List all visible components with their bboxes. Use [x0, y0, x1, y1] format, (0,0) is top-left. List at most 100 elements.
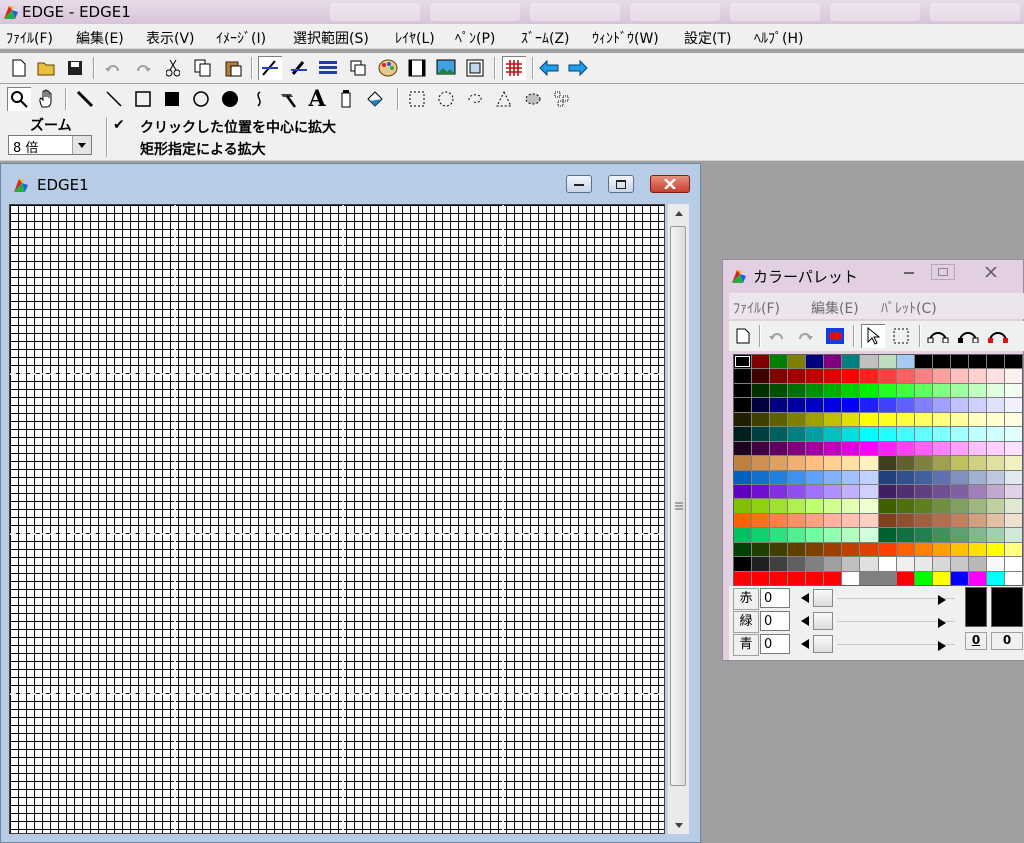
zoom-select[interactable]: 8 倍 — [8, 135, 92, 156]
palette-swatch[interactable] — [806, 528, 824, 542]
palette-swatch[interactable] — [878, 470, 896, 484]
palette-swatch[interactable] — [824, 456, 842, 470]
green-increment-icon[interactable] — [938, 616, 946, 632]
palette-swatch[interactable] — [878, 456, 896, 470]
palette-swatch[interactable] — [878, 484, 896, 499]
palette-swatch[interactable] — [842, 398, 860, 412]
palette-swatch[interactable] — [770, 499, 788, 513]
palette-swatch[interactable] — [770, 369, 788, 383]
palette-swatch[interactable] — [770, 427, 788, 441]
menu-pen[interactable]: ﾍﾟﾝ(P) — [455, 28, 495, 48]
palette-swatch[interactable] — [788, 441, 806, 456]
palette-swatch[interactable] — [968, 398, 986, 412]
palette-swatch[interactable] — [986, 542, 1004, 557]
palette-swatch[interactable] — [896, 513, 914, 528]
palette-swatch[interactable] — [932, 441, 950, 456]
palette-swatch[interactable] — [914, 571, 932, 585]
swap-colors-icon[interactable] — [823, 324, 847, 348]
palette-swatch[interactable] — [788, 398, 806, 412]
palette-swatch[interactable] — [752, 456, 770, 470]
palette-swatch[interactable] — [788, 369, 806, 383]
text-icon[interactable]: A — [305, 86, 329, 112]
palette-swatch[interactable] — [914, 383, 932, 398]
palette-swatch[interactable] — [824, 383, 842, 398]
palette-swatch[interactable] — [878, 557, 896, 571]
palette-swatch[interactable] — [1004, 470, 1022, 484]
red-slider[interactable] — [801, 588, 959, 608]
palette-swatch[interactable] — [986, 513, 1004, 528]
palette-swatch[interactable] — [860, 470, 878, 484]
palette-swatch[interactable] — [968, 484, 986, 499]
palette-swatch[interactable] — [986, 412, 1004, 427]
palette-swatch[interactable] — [752, 484, 770, 499]
palette-swatch[interactable] — [788, 528, 806, 542]
foreground-color-swatch[interactable] — [965, 587, 987, 627]
palette-swatch[interactable] — [860, 369, 878, 383]
palette-swatch[interactable] — [950, 571, 968, 585]
palette-swatch[interactable] — [932, 383, 950, 398]
palette-swatch[interactable] — [986, 499, 1004, 513]
palette-swatch[interactable] — [1004, 513, 1022, 528]
palette-swatch[interactable] — [932, 499, 950, 513]
palette-swatch[interactable] — [860, 484, 878, 499]
filled-rect-icon[interactable] — [160, 87, 184, 111]
palette-swatch[interactable] — [896, 557, 914, 571]
palette-swatch[interactable] — [752, 355, 770, 369]
palette-swatch[interactable] — [770, 441, 788, 456]
new-icon[interactable] — [7, 56, 31, 80]
palette-swatch[interactable] — [788, 383, 806, 398]
palette-swatch[interactable] — [788, 542, 806, 557]
palette-swatch[interactable] — [968, 557, 986, 571]
palette-swatch[interactable] — [968, 499, 986, 513]
palette-icon[interactable] — [376, 56, 400, 80]
palette-swatch[interactable] — [968, 412, 986, 427]
palette-swatch[interactable] — [824, 542, 842, 557]
palette-swatch[interactable] — [860, 427, 878, 441]
scroll-up-arrow-icon[interactable] — [668, 204, 689, 222]
palette-swatch[interactable] — [824, 398, 842, 412]
rect-zoom-checkbox[interactable] — [113, 139, 129, 155]
frame-icon[interactable] — [463, 56, 487, 80]
palette-swatch[interactable] — [788, 412, 806, 427]
eraser-icon[interactable] — [334, 87, 358, 111]
palette-swatch[interactable] — [824, 557, 842, 571]
palette-swatch[interactable] — [932, 398, 950, 412]
palette-swatch[interactable] — [932, 355, 950, 369]
menu-help[interactable]: ﾍﾙﾌﾟ(H) — [754, 28, 803, 48]
palette-swatch[interactable] — [1004, 456, 1022, 470]
palette-swatch[interactable] — [968, 456, 986, 470]
palette-swatch[interactable] — [986, 441, 1004, 456]
palette-swatch[interactable] — [806, 369, 824, 383]
palette-swatch[interactable] — [734, 398, 752, 412]
palette-swatch[interactable] — [950, 398, 968, 412]
rect-icon[interactable] — [131, 87, 155, 111]
palette-swatch[interactable] — [752, 383, 770, 398]
palette-swatch[interactable] — [806, 456, 824, 470]
palette-swatch[interactable] — [860, 571, 878, 585]
pen-icon[interactable] — [258, 56, 282, 80]
palette-swatch[interactable] — [986, 484, 1004, 499]
filled-ellipse-icon[interactable] — [218, 87, 242, 111]
palette-swatch[interactable] — [824, 571, 842, 585]
palette-color-grid[interactable] — [733, 354, 1023, 586]
palette-maximize-button[interactable] — [931, 264, 955, 280]
palette-swatch[interactable] — [878, 412, 896, 427]
maximize-button[interactable] — [608, 175, 634, 193]
palette-swatch[interactable] — [896, 571, 914, 585]
red-slider-thumb[interactable] — [813, 589, 833, 607]
palette-swatch[interactable] — [932, 470, 950, 484]
palette-swatch[interactable] — [896, 412, 914, 427]
palette-swatch[interactable] — [734, 557, 752, 571]
save-icon[interactable] — [63, 56, 87, 80]
hand-icon[interactable] — [35, 87, 59, 111]
palette-swatch[interactable] — [932, 513, 950, 528]
hammer-icon[interactable] — [276, 87, 300, 111]
palette-swatch[interactable] — [1004, 369, 1022, 383]
palette-swatch[interactable] — [986, 355, 1004, 369]
palette-swatch[interactable] — [734, 571, 752, 585]
open-icon[interactable] — [35, 56, 59, 80]
palette-swatch[interactable] — [914, 499, 932, 513]
green-value-input[interactable]: 0 — [760, 611, 790, 631]
palette-swatch[interactable] — [770, 355, 788, 369]
palette-swatch[interactable] — [734, 470, 752, 484]
